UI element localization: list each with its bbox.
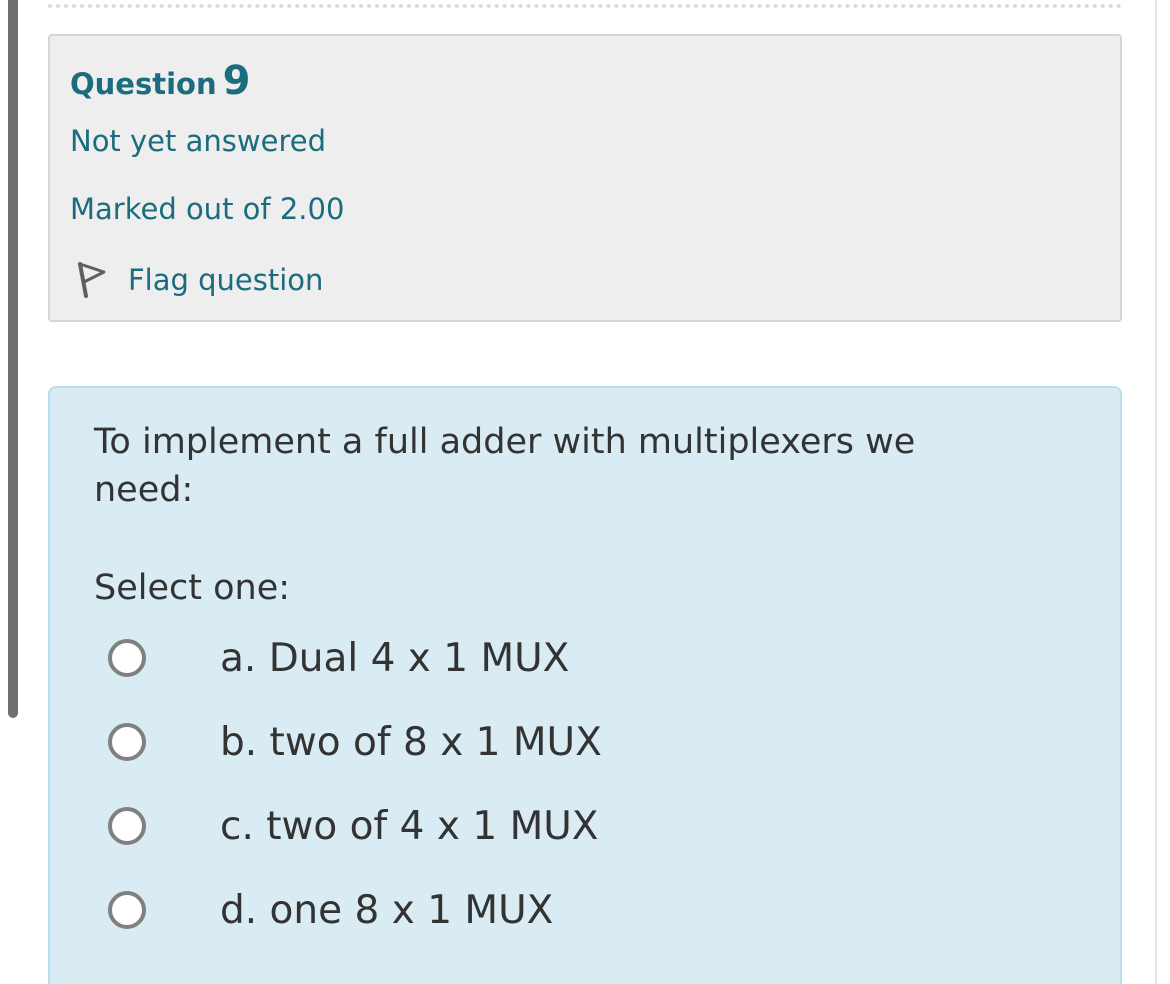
question-number: 9 [222, 58, 251, 104]
radio-unchecked-icon[interactable] [108, 639, 146, 677]
divider [48, 4, 1122, 8]
flag-icon [78, 262, 106, 298]
answer-option-b[interactable]: b. two of 8 x 1 MUX [108, 712, 1008, 772]
scrollbar[interactable] [0, 0, 18, 984]
answer-option-c[interactable]: c. two of 4 x 1 MUX [108, 796, 1008, 856]
answer-label[interactable]: b. two of 8 x 1 MUX [220, 720, 602, 765]
answer-label[interactable]: d. one 8 x 1 MUX [220, 888, 553, 933]
question-text: To implement a full adder with multiplex… [94, 422, 916, 510]
radio-unchecked-icon[interactable] [108, 723, 146, 761]
question-info-box: Question 9 Not yet answered Marked out of… [48, 34, 1122, 322]
answer-label[interactable]: a. Dual 4 x 1 MUX [220, 636, 569, 681]
question-label: Question [70, 67, 217, 101]
question-content-box: To implement a full adder with multiplex… [48, 386, 1122, 984]
scrollbar-thumb[interactable] [8, 0, 18, 718]
flag-question-label: Flag question [128, 263, 324, 297]
flag-question-button[interactable]: Flag question [74, 258, 323, 302]
radio-unchecked-icon[interactable] [108, 891, 146, 929]
answer-option-d[interactable]: d. one 8 x 1 MUX [108, 880, 1008, 940]
answer-option-a[interactable]: a. Dual 4 x 1 MUX [108, 628, 1008, 688]
quiz-page: Question 9 Not yet answered Marked out of… [0, 0, 1170, 984]
question-heading: Question 9 [70, 58, 250, 104]
radio-unchecked-icon[interactable] [108, 807, 146, 845]
question-state: Not yet answered [70, 124, 326, 158]
page-border [1155, 0, 1157, 984]
question-grade: Marked out of 2.00 [70, 192, 345, 226]
answer-label[interactable]: c. two of 4 x 1 MUX [220, 804, 598, 849]
select-prompt: Select one: [94, 568, 291, 608]
